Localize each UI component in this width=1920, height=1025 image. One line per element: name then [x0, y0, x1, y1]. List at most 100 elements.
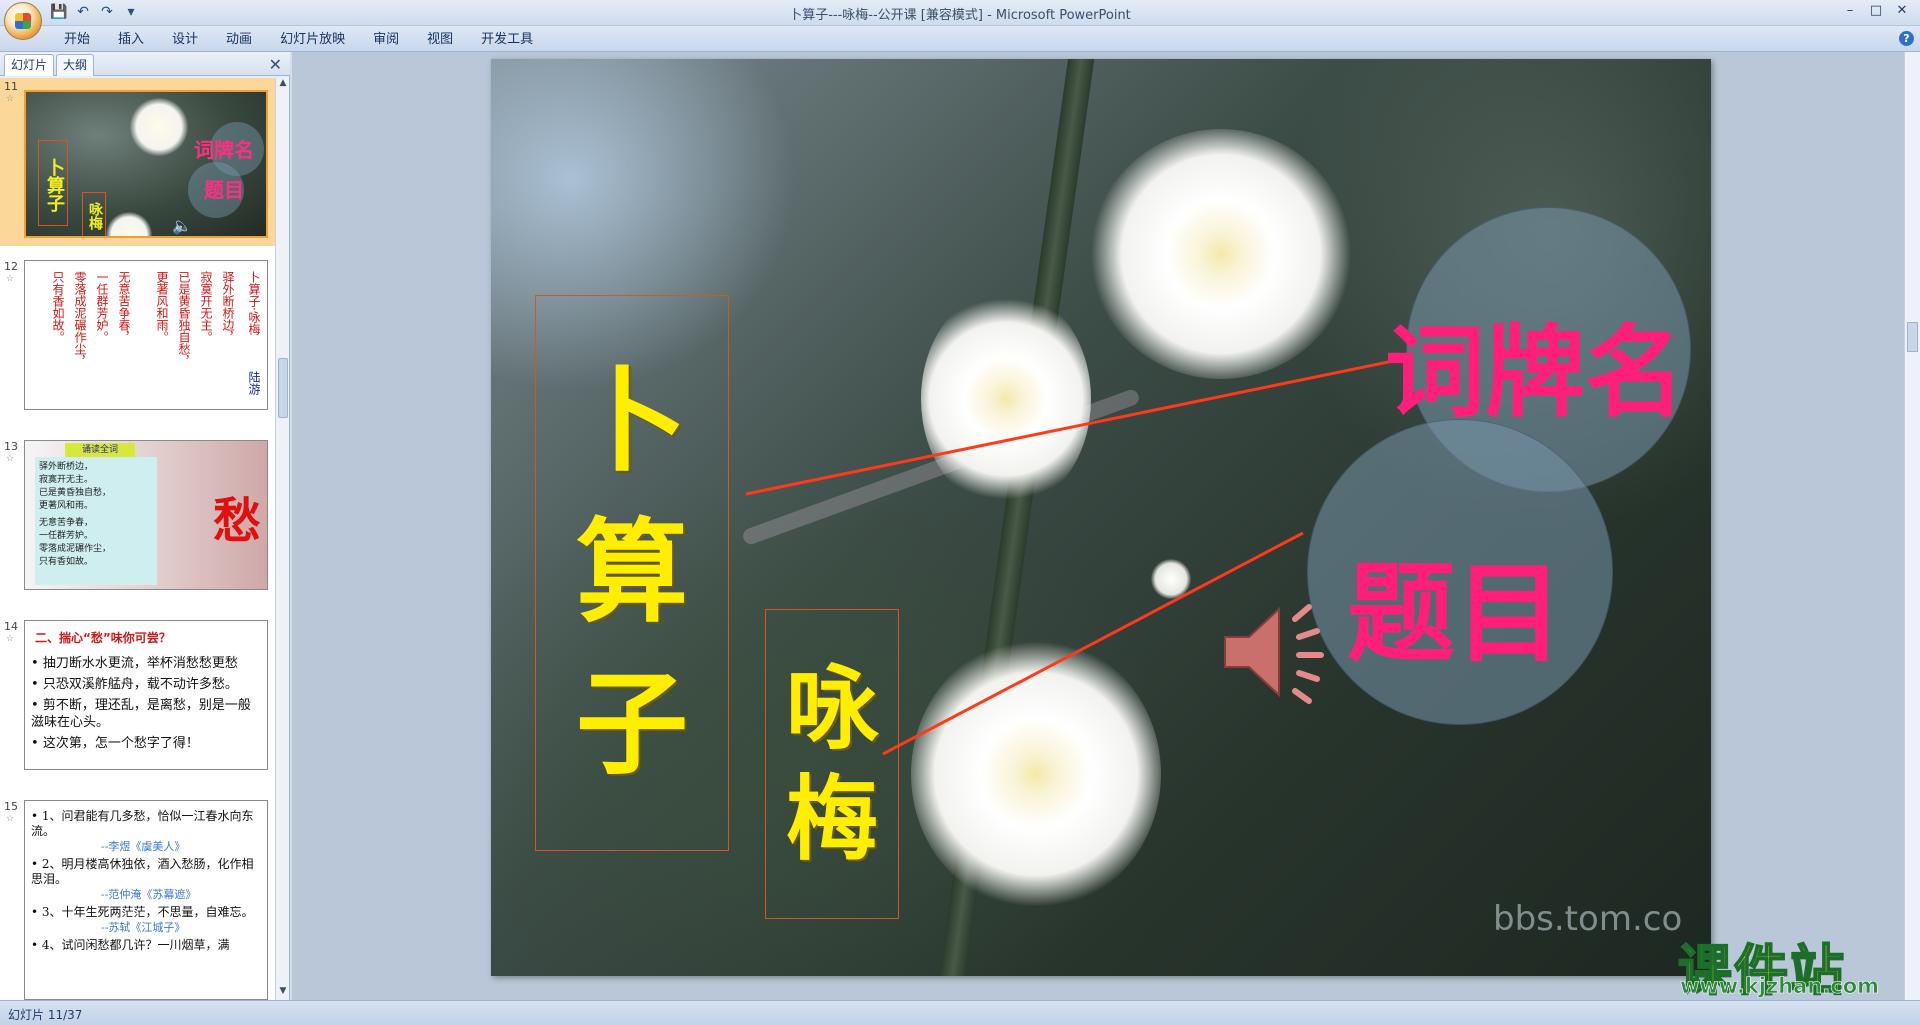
- slide-number: 15: [4, 800, 18, 813]
- thumbnail-slide-11[interactable]: 11 ☆ 卜算子 咏梅 词牌名 题目 🔈: [0, 78, 276, 246]
- list-item: • 1、问君能有几多愁，恰似一江春水向东流。 --李煜《虞美人》: [31, 809, 263, 854]
- slide-number: 12: [4, 260, 18, 273]
- tab-review[interactable]: 审阅: [359, 30, 413, 50]
- help-icon[interactable]: ?: [1899, 31, 1914, 46]
- thumb-poem-line: 驿外断桥边，: [39, 462, 94, 472]
- scroll-down-icon[interactable]: ▼: [276, 986, 290, 1000]
- tab-insert[interactable]: 插入: [104, 30, 158, 50]
- list-item-text: 2、明月楼高休独依，酒入愁肠，化作相思泪。: [31, 857, 254, 886]
- label-cipaiming[interactable]: 词牌名: [1385, 291, 1685, 436]
- thumbnail-slide-14[interactable]: 14 ☆ 二、揣心“愁”味你可尝？ • 抽刀断水水更流，举杯消愁愁更愁 • 只恐…: [0, 618, 276, 786]
- tab-developer[interactable]: 开发工具: [467, 30, 547, 50]
- thumb-big-char: 愁: [212, 493, 261, 549]
- flower-image: [106, 212, 152, 236]
- thumb-quotes: • 1、问君能有几多愁，恰似一江春水向东流。 --李煜《虞美人》 • 2、明月楼高…: [31, 809, 263, 956]
- slides-pane: 幻灯片 大纲 ✕ 11 ☆ 卜算子 咏梅 词牌名 题目 🔈 12 ☆ 卜算子·咏…: [0, 52, 290, 1000]
- list-item: • 2、明月楼高休独依，酒入愁肠，化作相思泪。 --范仲淹《苏幕遮》: [31, 857, 263, 902]
- thumb-poem-line: 已是黄昏独自愁，: [39, 488, 112, 498]
- thumb-poem-line: 无意苦争春，: [117, 271, 131, 343]
- list-item: • 抽刀断水水更流，举杯消愁愁更愁: [31, 656, 238, 671]
- thumb-poem-line: 更著风和雨。: [39, 501, 94, 511]
- thumb-poem-box: 驿外断桥边， 寂寞开无主。 已是黄昏独自愁， 更著风和雨。 无意苦争春， 一任群…: [35, 457, 157, 585]
- title-char: 子: [576, 658, 688, 790]
- office-button[interactable]: [4, 2, 42, 40]
- tab-home[interactable]: 开始: [50, 30, 104, 50]
- close-button[interactable]: ✕: [1890, 2, 1914, 20]
- pane-tabs: 幻灯片 大纲 ✕: [0, 52, 290, 76]
- list-item-text: 1、问君能有几多愁，恰似一江春水向东流。: [31, 809, 254, 838]
- tab-slides[interactable]: 幻灯片: [4, 54, 55, 76]
- thumbnail-preview: • 1、问君能有几多愁，恰似一江春水向东流。 --李煜《虞美人》 • 2、明月楼高…: [24, 800, 268, 1000]
- list-item: • 3、十年生死两茫茫，不思量，自难忘。 --苏轼《江城子》: [31, 905, 263, 935]
- scroll-up-icon[interactable]: ▲: [276, 78, 290, 92]
- thumb-poem-author: 陆游: [247, 371, 261, 395]
- current-slide[interactable]: 卜 算 子 咏 梅 词牌名 题目 bbs.tom.co: [491, 59, 1711, 976]
- title-textbox[interactable]: 卜 算 子: [535, 295, 729, 851]
- kjzhan-logo: 课件站 www.kjzhan.com: [1666, 926, 1902, 1003]
- thumbnail-slide-12[interactable]: 12 ☆ 卜算子·咏梅 陆游 驿外断桥边， 寂寞开无主。 已是黄昏独自愁， 更著…: [0, 258, 276, 426]
- thumbnail-preview: 诵读全词 驿外断桥边， 寂寞开无主。 已是黄昏独自愁， 更著风和雨。 无意苦争春…: [24, 440, 268, 590]
- tab-animations[interactable]: 动画: [212, 30, 266, 50]
- ribbon: 开始 插入 设计 动画 幻灯片放映 审阅 视图 开发工具 ?: [0, 26, 1920, 52]
- thumb-poem-line: 只有香如故。: [39, 557, 94, 567]
- scrollbar-thumb[interactable]: [1907, 322, 1918, 352]
- window-controls: – □ ✕: [1838, 2, 1914, 20]
- thumbnail-slide-13[interactable]: 13 ☆ 诵读全词 驿外断桥边， 寂寞开无主。 已是黄昏独自愁， 更著风和雨。 …: [0, 438, 276, 606]
- thumb-poem-line: 已是黄昏独自愁，: [177, 271, 191, 367]
- ribbon-tabs: 开始 插入 设计 动画 幻灯片放映 审阅 视图 开发工具: [50, 30, 547, 50]
- editor-scrollbar[interactable]: [1904, 52, 1920, 1000]
- thumbnail-preview: 卜算子 咏梅 词牌名 题目 🔈: [24, 90, 268, 238]
- thumb-poem-line: 寂寞开无主。: [39, 475, 94, 485]
- thumb-label-cipaiming: 词牌名: [194, 138, 254, 162]
- quote-source: --范仲淹《苏幕遮》: [101, 888, 197, 901]
- thumb-poem-line: 只有香如故。: [51, 271, 65, 343]
- thumb-poem-line: 无意苦争春，: [39, 518, 94, 528]
- window-title: 卜算子---咏梅--公开课 [兼容模式] - Microsoft PowerPo…: [789, 8, 1131, 23]
- title-char: 算: [576, 507, 688, 639]
- subtitle-char: 梅: [785, 765, 878, 873]
- quote-source: --苏轼《江城子》: [101, 921, 186, 934]
- thumb-subtitle-char: 梅: [87, 216, 103, 230]
- minimize-button[interactable]: –: [1838, 2, 1862, 20]
- maximize-button[interactable]: □: [1864, 2, 1888, 20]
- list-item: • 4、试问闲愁都几许？一川烟草，满: [31, 938, 230, 952]
- thumb-subtitle-char: 咏: [87, 202, 103, 216]
- thumb-poem-line: 一任群芳妒。: [95, 271, 109, 343]
- animation-star-icon: ☆: [6, 94, 15, 104]
- thumbnails-scrollbar[interactable]: ▲ ▼: [275, 78, 289, 1000]
- list-item-text: 3、十年生死两茫茫，不思量，自难忘。: [41, 905, 254, 919]
- quote-source: --李煜《虞美人》: [101, 840, 186, 853]
- thumb-title-box: 卜算子: [38, 140, 68, 226]
- thumb-subtitle-box: 咏梅: [82, 192, 106, 236]
- animation-star-icon: ☆: [6, 274, 15, 284]
- tab-view[interactable]: 视图: [413, 30, 467, 50]
- tab-design[interactable]: 设计: [158, 30, 212, 50]
- speaker-icon: 🔈: [172, 216, 192, 235]
- thumbnail-preview: 卜算子·咏梅 陆游 驿外断桥边， 寂寞开无主。 已是黄昏独自愁， 更著风和雨。 …: [24, 260, 268, 410]
- thumbnail-slide-15[interactable]: 15 ☆ • 1、问君能有几多愁，恰似一江春水向东流。 --李煜《虞美人》 • 2…: [0, 798, 276, 1000]
- slide-number: 14: [4, 620, 18, 633]
- tab-outline[interactable]: 大纲: [56, 54, 95, 76]
- label-timu[interactable]: 题目: [1347, 527, 1563, 683]
- animation-star-icon: ☆: [6, 634, 15, 644]
- thumb-bullets: • 抽刀断水水更流，举杯消愁愁更愁 • 只恐双溪舴艋舟，载不动许多愁。 • 剪不…: [31, 655, 263, 756]
- thumb-title-char: 卜: [44, 158, 65, 176]
- thumbnail-preview: 二、揣心“愁”味你可尝？ • 抽刀断水水更流，举杯消愁愁更愁 • 只恐双溪舴艋舟…: [24, 620, 268, 770]
- thumb-poem-line: 寂寞开无主。: [199, 271, 213, 343]
- scrollbar-thumb[interactable]: [278, 358, 288, 418]
- speaker-icon[interactable]: [1217, 597, 1337, 707]
- slide-number: 11: [4, 80, 18, 93]
- list-item-text: 只恐双溪舴艋舟，载不动许多愁。: [42, 677, 238, 692]
- flower-image: [130, 98, 188, 156]
- tab-slideshow[interactable]: 幻灯片放映: [266, 30, 359, 50]
- thumb-poem-title: 卜算子·咏梅: [247, 271, 261, 335]
- close-pane-icon[interactable]: ✕: [269, 55, 282, 74]
- title-bar: 💾 ↶ ↷ ▾ 卜算子---咏梅--公开课 [兼容模式] - Microsoft…: [0, 0, 1920, 26]
- thumb-header: 诵读全词: [65, 443, 135, 457]
- thumb-poem-line: 更著风和雨。: [155, 271, 169, 343]
- status-bar: 幻灯片 11/37: [0, 1000, 1920, 1025]
- animation-star-icon: ☆: [6, 814, 15, 824]
- leader-line-cipaiming: [745, 357, 1404, 496]
- list-item-text: 这次第，怎一个愁字了得！: [42, 736, 199, 751]
- subtitle-textbox[interactable]: 咏 梅: [765, 609, 899, 919]
